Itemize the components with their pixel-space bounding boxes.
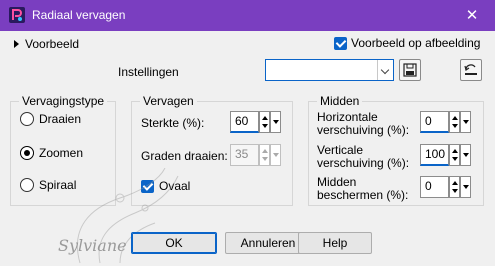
checkbox-checked-icon <box>334 36 347 50</box>
watermark-signature: Sylviane <box>58 236 127 255</box>
strength-slider-button[interactable] <box>270 111 281 133</box>
protect-center-label-2: beschermen (%): <box>317 188 409 202</box>
preview-on-image-checkbox[interactable]: Voorbeeld op afbeelding <box>334 36 480 50</box>
radio-selected-icon <box>20 146 34 160</box>
horizontal-offset-label-1: Horizontale <box>317 110 378 124</box>
strength-input[interactable]: 60 <box>230 111 259 133</box>
floppy-disk-icon <box>403 63 417 77</box>
blur-type-group-title: Vervagingstype <box>19 94 108 108</box>
settings-label: Instellingen <box>118 65 179 79</box>
window-title: Radiaal vervagen <box>32 8 126 22</box>
rotate-degrees-slider-button[interactable] <box>270 144 281 166</box>
help-button[interactable]: Help <box>298 232 372 254</box>
arrow-down-icon[interactable] <box>452 124 458 128</box>
close-button[interactable]: ✕ <box>449 0 495 31</box>
title-bar[interactable]: Radiaal vervagen ✕ <box>0 0 495 31</box>
arrow-down-icon[interactable] <box>452 189 458 193</box>
ok-button[interactable]: OK <box>131 232 217 254</box>
horizontal-offset-stepper[interactable] <box>449 111 460 133</box>
arrow-down-icon[interactable] <box>262 124 268 128</box>
vertical-offset-spinner[interactable]: 100 <box>420 144 471 166</box>
paintshop-app-icon <box>9 7 25 23</box>
vertical-offset-slider-button[interactable] <box>460 144 471 166</box>
protect-center-stepper[interactable] <box>449 176 460 198</box>
radio-draaien-label: Draaien <box>39 112 82 126</box>
radio-zoomen-label: Zoomen <box>39 146 84 160</box>
protect-center-label-1: Midden <box>317 175 357 189</box>
horizontal-offset-slider-button[interactable] <box>460 111 471 133</box>
vertical-offset-input[interactable]: 100 <box>420 144 449 166</box>
dialog-window: Radiaal vervagen ✕ Voorbeeld Voorbeeld o… <box>0 0 495 266</box>
radio-unselected-icon <box>20 112 34 126</box>
preview-on-image-label: Voorbeeld op afbeelding <box>351 36 481 50</box>
protect-center-spinner[interactable]: 0 <box>420 176 471 198</box>
radio-unselected-icon <box>20 178 34 192</box>
center-group-title: Midden <box>317 94 363 108</box>
arrow-up-icon[interactable] <box>452 149 458 153</box>
radio-draaien[interactable]: Draaien <box>20 112 81 126</box>
protect-center-input[interactable]: 0 <box>420 176 449 198</box>
horizontal-offset-input[interactable]: 0 <box>420 111 449 133</box>
reset-arrow-icon <box>464 64 477 75</box>
reset-defaults-button[interactable] <box>460 59 482 81</box>
rotate-degrees-label: Graden draaien: <box>141 149 228 163</box>
radio-zoomen[interactable]: Zoomen <box>20 146 83 160</box>
preview-expander-label: Voorbeeld <box>25 37 80 51</box>
expand-triangle-icon <box>14 40 19 48</box>
vertical-offset-label-1: Verticale <box>317 143 364 157</box>
strength-stepper[interactable] <box>259 111 270 133</box>
protect-center-slider-button[interactable] <box>460 176 471 198</box>
arrow-up-icon[interactable] <box>452 116 458 120</box>
save-preset-button[interactable] <box>399 59 421 81</box>
strength-label: Sterkte (%): <box>141 116 205 130</box>
strength-spinner[interactable]: 60 <box>230 111 281 133</box>
rotate-degrees-input[interactable]: 35 <box>230 144 259 166</box>
vertical-offset-label-2: verschuiving (%): <box>317 156 410 170</box>
blur-group-title: Vervagen <box>140 94 197 108</box>
chevron-down-icon[interactable] <box>377 60 393 80</box>
settings-preset-dropdown[interactable] <box>265 59 394 81</box>
arrow-up-icon[interactable] <box>452 181 458 185</box>
rotate-degrees-stepper[interactable] <box>259 144 270 166</box>
horizontal-offset-label-2: verschuiving (%): <box>317 123 410 137</box>
arrow-up-icon[interactable] <box>262 149 268 153</box>
preview-expander[interactable]: Voorbeeld <box>14 37 79 51</box>
arrow-down-icon[interactable] <box>262 157 268 161</box>
close-icon: ✕ <box>465 7 479 24</box>
arrow-down-icon[interactable] <box>452 157 458 161</box>
horizontal-offset-spinner[interactable]: 0 <box>420 111 471 133</box>
vertical-offset-stepper[interactable] <box>449 144 460 166</box>
arrow-up-icon[interactable] <box>262 116 268 120</box>
rotate-degrees-spinner[interactable]: 35 <box>230 144 281 166</box>
